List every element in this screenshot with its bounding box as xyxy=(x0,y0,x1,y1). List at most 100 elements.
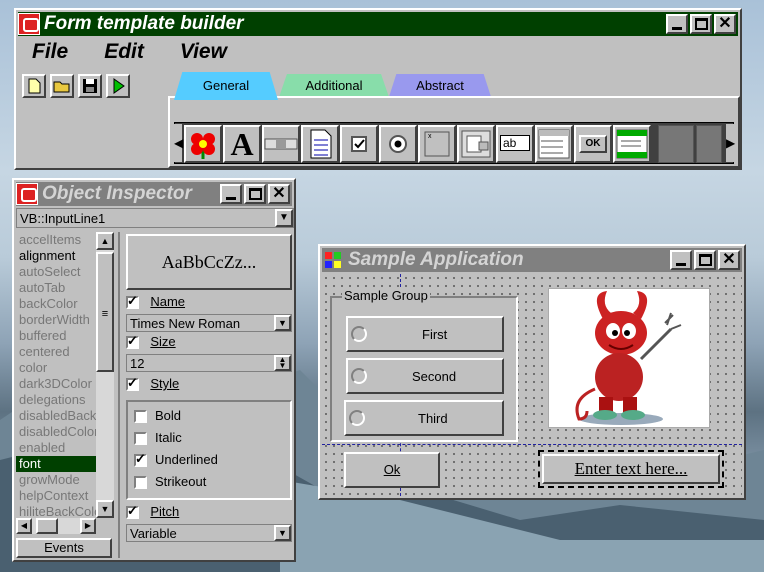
property-item[interactable]: alignment xyxy=(16,248,96,264)
close-button[interactable]: ✕ xyxy=(718,250,740,270)
style-checkbox[interactable] xyxy=(126,375,139,392)
app-icon[interactable] xyxy=(16,183,38,205)
events-button[interactable]: Events xyxy=(16,538,112,558)
close-button[interactable]: ✕ xyxy=(714,14,736,34)
windows-logo-icon[interactable] xyxy=(322,249,344,271)
tab-general[interactable]: General xyxy=(174,72,278,100)
palette-radio-icon[interactable] xyxy=(379,125,417,163)
scroll-thumb[interactable]: ≡ xyxy=(96,252,114,372)
scroll-right-icon[interactable]: ▶ xyxy=(80,518,96,534)
palette-inputline-icon[interactable]: ab xyxy=(496,125,534,163)
spin-arrows-icon[interactable]: ▲ ▼ xyxy=(274,355,291,371)
sample-group[interactable]: Sample Group First Second Third xyxy=(330,288,518,442)
property-item[interactable]: centered xyxy=(16,344,96,360)
property-item[interactable]: autoTab xyxy=(16,280,96,296)
palette-checkbox-icon[interactable] xyxy=(340,125,378,163)
style-checkbox[interactable] xyxy=(134,432,147,446)
style-checkbox[interactable] xyxy=(134,451,147,468)
property-item[interactable]: borderWidth xyxy=(16,312,96,328)
size-spinner[interactable]: 12 ▲ ▼ xyxy=(126,354,292,372)
style-option-underlined[interactable]: Underlined xyxy=(134,451,218,468)
close-button[interactable]: ✕ xyxy=(268,184,290,204)
menu-view[interactable]: View xyxy=(180,40,227,64)
radio-second[interactable]: Second xyxy=(346,358,504,394)
property-item[interactable]: hiliteBackColor xyxy=(16,504,96,518)
palette-blank-icon[interactable]: x xyxy=(418,125,456,163)
pitch-checkbox[interactable] xyxy=(126,503,139,520)
pitch-row: Pitch xyxy=(126,503,179,520)
palette-ok-button-icon[interactable]: OK xyxy=(574,125,612,163)
property-item[interactable]: helpContext xyxy=(16,488,96,504)
palette-document-icon[interactable] xyxy=(301,125,339,163)
sample-application-window: Sample Application ✕ Sample Group First … xyxy=(318,244,746,500)
chevron-down-icon[interactable]: ▼ xyxy=(274,315,291,331)
style-checkbox[interactable] xyxy=(134,476,147,490)
open-button[interactable] xyxy=(50,74,74,98)
maximize-button[interactable] xyxy=(244,184,266,204)
font-name-select[interactable]: Times New Roman ▼ xyxy=(126,314,292,332)
palette-text-a-icon[interactable]: A xyxy=(223,125,261,163)
palette-listbox-icon[interactable] xyxy=(535,125,573,163)
property-item[interactable]: backColor xyxy=(16,296,96,312)
font-preview[interactable]: AaBbCcZz... xyxy=(126,234,292,290)
save-button[interactable] xyxy=(78,74,102,98)
maximize-button[interactable] xyxy=(690,14,712,34)
new-button[interactable] xyxy=(22,74,46,98)
property-list-scrollbar[interactable]: ▲ ≡ ▼ xyxy=(96,232,114,518)
scroll-left-icon[interactable]: ◀ xyxy=(174,124,183,162)
size-checkbox[interactable] xyxy=(126,333,139,350)
palette-group-icon[interactable] xyxy=(457,125,495,163)
scroll-down-icon[interactable]: ▼ xyxy=(96,500,114,518)
property-item[interactable]: enabled xyxy=(16,440,96,456)
daemon-image xyxy=(548,288,710,428)
menu-edit[interactable]: Edit xyxy=(104,40,144,64)
property-item[interactable]: autoSelect xyxy=(16,264,96,280)
radio-third[interactable]: Third xyxy=(344,400,504,436)
minimize-button[interactable] xyxy=(670,250,692,270)
name-checkbox[interactable] xyxy=(126,293,139,310)
property-list[interactable]: accelItems alignment autoSelect autoTab back… xyxy=(16,232,96,518)
text-input[interactable]: Enter text here... xyxy=(538,450,724,488)
radio-first[interactable]: First xyxy=(346,316,504,352)
object-selector[interactable]: VB::InputLine1 ▼ xyxy=(16,208,294,228)
palette-outline-icon[interactable] xyxy=(613,125,651,163)
ok-button[interactable]: Ok xyxy=(344,452,440,488)
inspector-titlebar[interactable]: Object Inspector ✕ xyxy=(16,182,292,206)
chevron-down-icon[interactable]: ▼ xyxy=(275,209,293,227)
floppy-icon xyxy=(83,79,97,93)
minimize-button[interactable] xyxy=(666,14,688,34)
chevron-down-icon[interactable]: ▼ xyxy=(274,525,291,541)
style-checkbox[interactable] xyxy=(134,410,147,424)
scroll-up-icon[interactable]: ▲ xyxy=(96,232,114,250)
builder-title: Form template builder xyxy=(44,13,244,34)
pitch-value: Variable xyxy=(130,526,177,541)
maximize-button[interactable] xyxy=(694,250,716,270)
property-item[interactable]: disabledColor xyxy=(16,424,96,440)
builder-titlebar[interactable]: Form template builder ✕ xyxy=(18,12,738,36)
palette-flower-icon[interactable] xyxy=(184,125,222,163)
minimize-button[interactable] xyxy=(220,184,242,204)
menu-file[interactable]: File xyxy=(32,40,68,64)
size-label: Size xyxy=(150,334,176,349)
pitch-select[interactable]: Variable ▼ xyxy=(126,524,292,542)
property-item[interactable]: accelItems xyxy=(16,232,96,248)
scroll-left-icon[interactable]: ◀ xyxy=(16,518,32,534)
style-option-bold[interactable]: Bold xyxy=(134,408,181,424)
run-button[interactable] xyxy=(106,74,130,98)
scroll-right-icon[interactable]: ▶ xyxy=(726,124,735,162)
inspector-title: Object Inspector xyxy=(42,183,192,204)
property-list-hscrollbar[interactable]: ◀ ▶ xyxy=(16,518,96,534)
property-item[interactable]: buffered xyxy=(16,328,96,344)
style-option-strikeout[interactable]: Strikeout xyxy=(134,474,206,490)
property-item[interactable]: dark3DColor xyxy=(16,376,96,392)
style-option-italic[interactable]: Italic xyxy=(134,430,182,446)
property-item[interactable]: growMode xyxy=(16,472,96,488)
palette-scrollbar-icon[interactable] xyxy=(262,125,300,163)
property-item[interactable]: disabledBackColor xyxy=(16,408,96,424)
property-item[interactable]: font xyxy=(16,456,96,472)
hscroll-thumb[interactable] xyxy=(36,518,58,534)
property-item[interactable]: delegations xyxy=(16,392,96,408)
property-item[interactable]: color xyxy=(16,360,96,376)
app-icon[interactable] xyxy=(18,13,40,35)
sample-titlebar[interactable]: Sample Application ✕ xyxy=(322,248,742,272)
